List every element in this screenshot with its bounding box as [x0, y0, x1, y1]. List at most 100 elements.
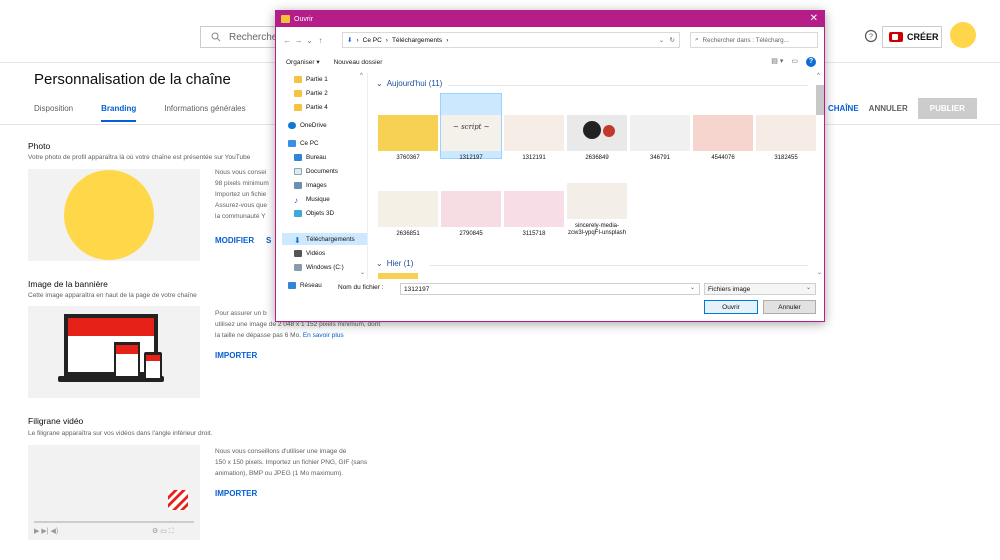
view-options-icon[interactable]: ▤ ▾ — [771, 57, 783, 67]
banner-line: la taille ne dépasse pas 6 Mo. En savoir… — [215, 330, 380, 341]
nav-label: Partie 2 — [306, 89, 328, 97]
nav-label: Partie 4 — [306, 103, 328, 111]
avatar[interactable] — [950, 22, 976, 48]
nav-item-onedrive[interactable]: OneDrive — [288, 119, 327, 131]
tab-layout[interactable]: Disposition — [34, 104, 73, 122]
music-icon: ♪ — [294, 195, 298, 205]
file-thumbnail — [567, 115, 627, 151]
dialog-search-input[interactable]: ⌕ Rechercher dans : Télécharg... — [690, 32, 818, 48]
video-progress-bar[interactable] — [34, 521, 194, 523]
nav-item-videos[interactable]: Vidéos — [294, 247, 325, 259]
nav-item-documents[interactable]: Documents — [294, 165, 338, 177]
file-item[interactable]: 3760367 — [378, 115, 438, 162]
nav-item-music[interactable]: ♪ Musique — [294, 193, 330, 205]
file-item-selected[interactable]: ~ script ~ 1312197 — [441, 115, 501, 162]
file-item[interactable]: 346791 — [630, 115, 690, 162]
file-list: ⌄ Aujourd'hui (11) 3760367 ~ script ~ 131… — [370, 73, 816, 279]
photo-line: Nous vous consei — [215, 169, 267, 176]
breadcrumb-downloads[interactable]: Téléchargements — [392, 37, 442, 44]
file-thumbnail — [378, 191, 438, 227]
file-item[interactable]: 4544076 — [693, 115, 753, 162]
nav-item-3d-objects[interactable]: Objets 3D — [294, 207, 334, 219]
file-item[interactable]: 2790845 — [441, 191, 501, 238]
banner-line-text: la taille ne dépasse pas 6 Mo. — [215, 332, 301, 339]
tab-basic-info[interactable]: Informations générales — [164, 104, 245, 122]
player-controls-icon: ▶ ▶| ◀) — [34, 528, 59, 535]
forward-arrow-icon[interactable]: → — [293, 36, 304, 45]
filetype-select[interactable]: Fichiers image ⌄ — [704, 283, 816, 295]
nav-item-partie2[interactable]: Partie 2 — [294, 87, 328, 99]
import-banner-button[interactable]: IMPORTER — [215, 351, 257, 360]
breadcrumb-sep: › — [446, 36, 449, 44]
file-name: 2790845 — [459, 231, 483, 237]
file-name: 2636849 — [585, 155, 609, 161]
up-arrow-icon[interactable]: ↑ — [315, 36, 326, 45]
organize-button[interactable]: Organiser ▾ — [286, 58, 320, 66]
nav-item-this-pc[interactable]: Ce PC — [288, 137, 319, 149]
chevron-down-icon[interactable]: ⌄ — [304, 36, 315, 45]
file-name: 3182455 — [774, 155, 798, 161]
player-settings-icon: ⚙ ▭ ⛶ — [152, 528, 174, 535]
breadcrumb-this-pc[interactable]: Ce PC — [363, 37, 382, 44]
nav-item-downloads[interactable]: ⬇ Téléchargements — [294, 233, 355, 245]
nav-label: Ce PC — [300, 139, 319, 147]
nav-scrollbar[interactable]: ^ ⌄ — [359, 73, 366, 277]
network-icon — [288, 281, 296, 289]
file-item[interactable]: 2636849 — [567, 115, 627, 162]
cancel-dialog-button[interactable]: Annuler — [763, 300, 816, 314]
chevron-down-icon: ⌄ — [805, 285, 811, 291]
file-item[interactable]: 2636851 — [378, 191, 438, 238]
breadcrumb-sep: › — [356, 36, 359, 44]
scroll-thumb[interactable] — [816, 85, 824, 115]
download-icon: ⬇ — [294, 235, 301, 245]
file-item[interactable]: sincerely-media-zcw3l-ypqFI-unsplash — [567, 183, 627, 237]
group-header-today[interactable]: ⌄ Aujourd'hui (11) — [376, 79, 442, 88]
chevron-down-icon: ⌄ — [376, 259, 383, 268]
help-icon[interactable]: ? — [806, 57, 816, 67]
nav-item-images[interactable]: Images — [294, 179, 327, 191]
cancel-button[interactable]: ANNULER — [869, 104, 908, 113]
content-scrollbar[interactable]: ^ ⌄ — [816, 73, 824, 279]
objects3d-icon — [294, 209, 302, 217]
nav-item-network[interactable]: Réseau — [288, 279, 322, 291]
import-watermark-button[interactable]: IMPORTER — [215, 489, 257, 498]
file-thumbnail — [504, 115, 564, 151]
filename-input[interactable]: 1312197 ⌄ — [400, 283, 700, 295]
new-folder-button[interactable]: Nouveau dossier — [334, 59, 383, 66]
back-arrow-icon[interactable]: ← — [282, 36, 293, 45]
nav-item-partie4[interactable]: Partie 4 — [294, 101, 328, 113]
nav-label: Documents — [306, 167, 338, 175]
filename-value: 1312197 — [404, 285, 430, 293]
refresh-icon[interactable]: ⌄ ↻ — [659, 36, 675, 44]
help-icon[interactable]: ? — [864, 29, 878, 43]
tab-branding[interactable]: Branding — [101, 104, 137, 122]
address-bar[interactable]: ⬇ › Ce PC › Téléchargements › ⌄ ↻ — [342, 32, 680, 48]
open-file-dialog: Ouvrir ✕ ← → ⌄ ↑ ⬇ › Ce PC › Téléchargem… — [275, 10, 825, 322]
watermark-desc: Le filigrane apparaîtra sur vos vidéos d… — [28, 430, 213, 437]
chevron-down-icon[interactable]: ⌄ — [690, 284, 695, 291]
learn-more-link[interactable]: En savoir plus — [303, 332, 344, 339]
nav-item-partie1[interactable]: Partie 1 — [294, 73, 328, 85]
create-button[interactable]: CRÉER — [882, 26, 942, 48]
view-channel-link[interactable]: CHAÎNE — [828, 104, 859, 113]
file-item[interactable]: 3182455 — [756, 115, 816, 162]
nav-item-desktop[interactable]: Bureau — [294, 151, 326, 163]
preview-pane-icon[interactable]: ▭ — [791, 57, 798, 67]
view-controls: ▤ ▾ ▭ ? — [771, 57, 816, 67]
file-item[interactable]: 1312191 — [504, 115, 564, 162]
file-thumbnail-partial[interactable] — [378, 273, 418, 279]
file-thumbnail — [693, 115, 753, 151]
watermark-title: Filigrane vidéo — [28, 416, 84, 426]
publish-button[interactable]: PUBLIER — [917, 98, 977, 119]
file-thumbnail — [756, 115, 816, 151]
group-header-yesterday[interactable]: ⌄ Hier (1) — [376, 259, 413, 268]
modify-photo-button[interactable]: MODIFIER — [215, 236, 254, 245]
nav-item-windows-c[interactable]: Windows (C:) — [294, 261, 344, 273]
file-item[interactable]: 3115718 — [504, 191, 564, 238]
delete-photo-button[interactable]: S — [266, 236, 271, 245]
close-icon[interactable]: ✕ — [810, 13, 818, 24]
banner-title: Image de la bannière — [28, 279, 108, 289]
open-button[interactable]: Ouvrir — [704, 300, 758, 314]
file-name: 3115718 — [522, 231, 546, 237]
file-thumbnail — [567, 183, 627, 219]
